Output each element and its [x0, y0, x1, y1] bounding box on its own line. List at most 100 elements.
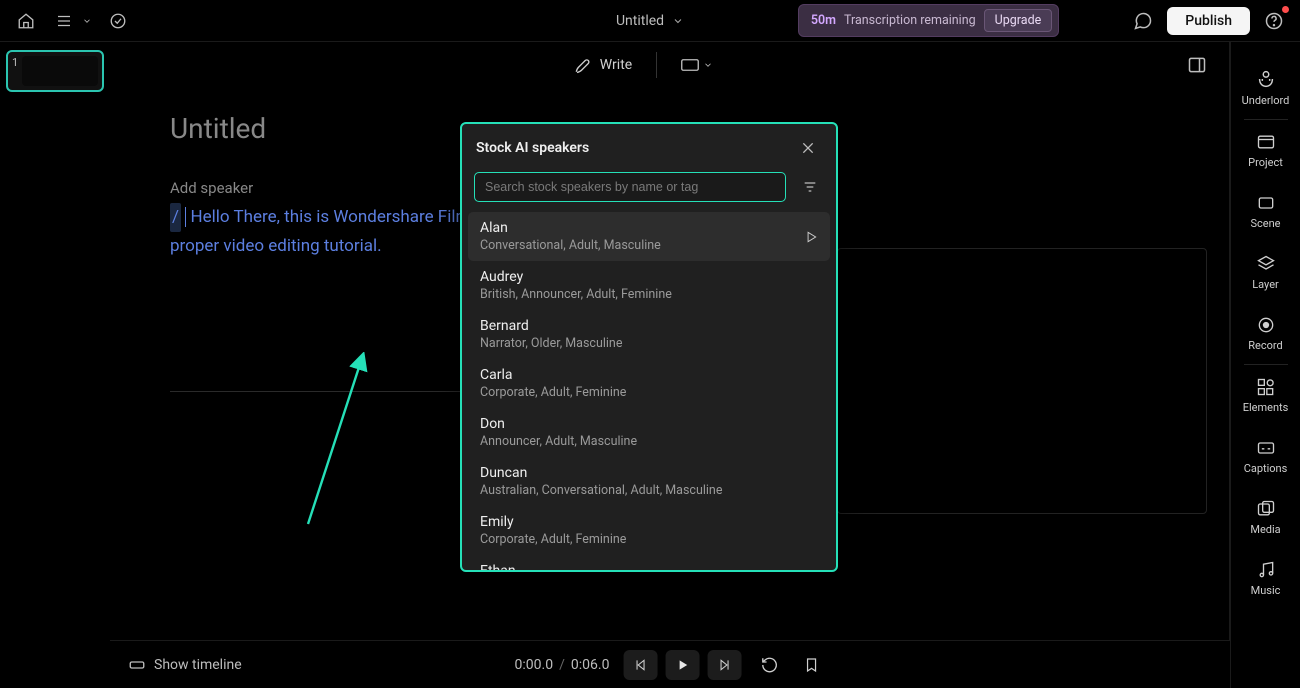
slash-marker: / — [170, 203, 181, 232]
rail-underlord[interactable]: Underlord — [1231, 56, 1300, 119]
modal-title: Stock AI speakers — [476, 140, 589, 156]
close-button[interactable] — [794, 134, 822, 162]
bookmark-button[interactable] — [797, 651, 825, 679]
speaker-item[interactable]: Emily Corporate, Adult, Feminine — [468, 506, 830, 555]
rail-music[interactable]: Music — [1231, 548, 1300, 609]
scene-thumb-preview — [22, 56, 98, 86]
speaker-item[interactable]: EthanConversational, Adult, Masculine — [468, 555, 830, 570]
rail-label: Layer — [1252, 278, 1279, 291]
rail-project[interactable]: Project — [1231, 120, 1300, 181]
pen-icon — [574, 56, 592, 74]
speaker-item[interactable]: Don Announcer, Adult, Masculine — [468, 408, 830, 457]
record-icon — [1256, 315, 1276, 335]
upgrade-button[interactable]: Upgrade — [984, 9, 1053, 32]
menu-button[interactable] — [50, 7, 78, 35]
time-readout: 0:00.0/0:06.0 — [515, 657, 610, 673]
panel-toggle-button[interactable] — [1183, 51, 1211, 79]
checkmark-status-icon — [104, 7, 132, 35]
stock-speakers-modal: Stock AI speakers AlanConversational, Ad… — [460, 122, 838, 572]
rail-layer[interactable]: Layer — [1231, 242, 1300, 303]
scene-icon — [1256, 193, 1276, 213]
rail-record[interactable]: Record — [1231, 303, 1300, 364]
script-line-2: proper video editing tutorial. — [170, 236, 382, 256]
script-line-1: Hello There, this is Wondershare Filmora — [190, 207, 494, 227]
speaker-name: Don — [480, 416, 818, 432]
write-label: Write — [600, 57, 632, 73]
text-cursor-icon — [185, 207, 186, 227]
transcription-time: 50m — [811, 13, 836, 28]
scene-thumb-number: 1 — [12, 56, 18, 69]
loop-button[interactable] — [755, 651, 783, 679]
show-timeline-button[interactable]: Show timeline — [128, 656, 242, 674]
doc-title-dropdown[interactable]: Untitled — [616, 13, 684, 29]
rail-elements[interactable]: Elements — [1231, 365, 1300, 426]
write-button[interactable]: Write — [574, 56, 632, 74]
skip-forward-icon — [717, 658, 731, 672]
captions-icon — [1256, 438, 1276, 458]
preview-play-button[interactable] — [804, 230, 818, 244]
aspect-ratio-button[interactable] — [681, 59, 713, 71]
elements-icon — [1256, 377, 1276, 397]
notification-dot-icon — [1282, 6, 1289, 13]
home-button[interactable] — [12, 7, 40, 35]
bookmark-icon — [803, 657, 819, 673]
show-timeline-label: Show timeline — [154, 657, 242, 673]
speaker-name: Carla — [480, 367, 818, 383]
speaker-tags: Announcer, Adult, Masculine — [480, 434, 818, 449]
comments-button[interactable] — [1129, 7, 1157, 35]
speaker-name: Emily — [480, 514, 818, 530]
doc-title-label: Untitled — [616, 13, 664, 29]
music-icon — [1256, 560, 1276, 580]
next-button[interactable] — [707, 650, 741, 680]
speaker-item[interactable]: AlanConversational, Adult, Masculine — [468, 212, 830, 261]
speaker-item[interactable]: BernardNarrator, Older, Masculine — [468, 310, 830, 359]
speaker-item[interactable]: Audrey British, Announcer, Adult, Feminin… — [468, 261, 830, 310]
menu-chevron-icon[interactable] — [80, 7, 94, 35]
topbar: Untitled 50m Transcription remaining Upg… — [0, 0, 1300, 42]
help-button[interactable] — [1260, 7, 1288, 35]
speaker-name: Audrey — [480, 269, 818, 285]
prev-button[interactable] — [623, 650, 657, 680]
speaker-tags: British, Announcer, Adult, Feminine — [480, 287, 818, 302]
play-icon — [675, 658, 689, 672]
speaker-tags: Corporate, Adult, Feminine — [480, 532, 818, 547]
time-current: 0:00.0 — [515, 657, 554, 673]
search-input[interactable] — [474, 172, 786, 202]
transcription-label: Transcription remaining — [844, 13, 976, 28]
project-icon — [1256, 132, 1276, 152]
filter-icon — [802, 179, 818, 195]
layer-icon — [1256, 254, 1276, 274]
rail-media[interactable]: Media — [1231, 487, 1300, 548]
skip-back-icon — [633, 658, 647, 672]
speaker-name: Duncan — [480, 465, 818, 481]
play-button[interactable] — [665, 650, 699, 680]
rail-label: Underlord — [1242, 94, 1290, 107]
media-icon — [1256, 499, 1276, 519]
rail-label: Media — [1250, 523, 1280, 536]
underlord-icon — [1255, 68, 1277, 90]
filter-button[interactable] — [796, 173, 824, 201]
rail-scene[interactable]: Scene — [1231, 181, 1300, 242]
loop-icon — [760, 656, 778, 674]
rail-captions[interactable]: Captions — [1231, 426, 1300, 487]
time-total: 0:06.0 — [571, 657, 610, 673]
scene-thumb-1[interactable]: 1 — [6, 50, 104, 92]
speaker-item[interactable]: Duncan Australian, Conversational, Adult,… — [468, 457, 830, 506]
editor-toolbar: Write — [110, 42, 1229, 88]
video-preview[interactable] — [837, 248, 1207, 514]
scene-thumbnails: 1 — [0, 42, 110, 688]
speaker-tags: Narrator, Older, Masculine — [480, 336, 818, 351]
timeline-icon — [128, 656, 146, 674]
rail-label: Captions — [1244, 462, 1288, 475]
speaker-name: Ethan — [480, 563, 818, 570]
separator — [656, 52, 657, 78]
rail-label: Project — [1248, 156, 1283, 169]
publish-button[interactable]: Publish — [1167, 7, 1250, 35]
close-icon — [800, 140, 816, 156]
speaker-list[interactable]: AlanConversational, Adult, MasculineAudr… — [462, 212, 836, 570]
transcription-pill[interactable]: 50m Transcription remaining Upgrade — [798, 4, 1059, 37]
speaker-tags: Australian, Conversational, Adult, Mascu… — [480, 483, 818, 498]
speaker-item[interactable]: CarlaCorporate, Adult, Feminine — [468, 359, 830, 408]
rail-label: Music — [1251, 584, 1281, 597]
rail-label: Elements — [1243, 401, 1289, 414]
